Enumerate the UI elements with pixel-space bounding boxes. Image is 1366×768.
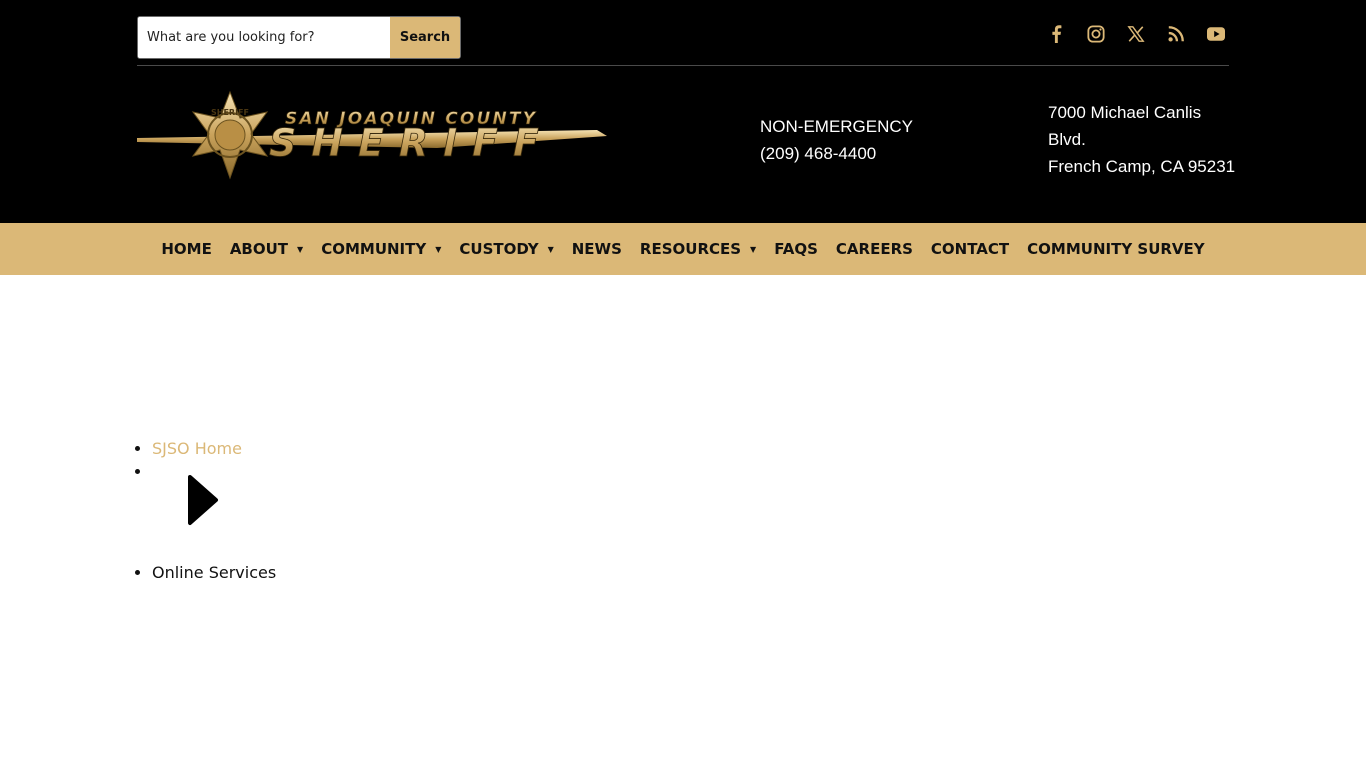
nav-item-contact[interactable]: CONTACT [922, 240, 1018, 258]
breadcrumb-current: Online Services [152, 563, 277, 582]
youtube-icon[interactable] [1200, 22, 1232, 46]
non-emergency-label: NON-EMERGENCY [760, 117, 914, 136]
search-button[interactable]: Search [390, 17, 460, 58]
breadcrumb-item: SJSO Home [152, 436, 276, 462]
nav-item-community[interactable]: COMMUNITY ▼ [312, 240, 450, 258]
social-links [1040, 22, 1232, 46]
breadcrumb-item: Online Services [152, 560, 276, 586]
search-form: Search [137, 16, 461, 59]
nav-item-about[interactable]: ABOUT ▼ [221, 240, 312, 258]
nav-item-resources[interactable]: RESOURCES ▼ [631, 240, 765, 258]
nav-item-community-survey[interactable]: COMMUNITY SURVEY [1018, 240, 1214, 258]
non-emergency-contact: NON-EMERGENCY (209) 468-4400 [760, 113, 913, 167]
chevron-right-icon [188, 475, 218, 525]
address: 7000 Michael Canlis Blvd. French Camp, C… [1048, 99, 1238, 180]
header-top: Search [0, 0, 1366, 223]
breadcrumb: SJSO Home Online Services [135, 436, 276, 586]
nav-item-custody[interactable]: CUSTODY ▼ [450, 240, 562, 258]
address-line1: 7000 Michael Canlis [1048, 103, 1202, 122]
main-nav: HOME ABOUT ▼ COMMUNITY ▼ CUSTODY ▼ NEWS RES… [0, 223, 1366, 275]
badge-text: SHERIFF [211, 108, 249, 117]
rss-icon[interactable] [1160, 22, 1192, 46]
caret-down-icon: ▼ [297, 244, 304, 254]
caret-down-icon: ▼ [435, 244, 442, 254]
header-divider [137, 65, 1229, 66]
caret-down-icon: ▼ [750, 244, 757, 254]
x-icon[interactable] [1120, 22, 1152, 46]
sheriff-logo[interactable]: SHERIFF SAN JOAQUIN COUNTY SHERIFF [137, 90, 607, 190]
nav-item-home[interactable]: HOME [152, 240, 220, 258]
search-input[interactable] [138, 17, 390, 58]
address-line2: Blvd. [1048, 130, 1086, 149]
nav-item-news[interactable]: NEWS [563, 240, 631, 258]
nav-item-careers[interactable]: CAREERS [827, 240, 922, 258]
facebook-icon[interactable] [1040, 22, 1072, 46]
address-line3: French Camp, CA 95231 [1048, 157, 1236, 176]
caret-down-icon: ▼ [547, 244, 554, 254]
breadcrumb-home-link[interactable]: SJSO Home [152, 436, 276, 462]
nav-item-faqs[interactable]: FAQS [765, 240, 827, 258]
non-emergency-phone[interactable]: (209) 468-4400 [760, 140, 913, 167]
instagram-icon[interactable] [1080, 22, 1112, 46]
breadcrumb-separator [152, 462, 276, 560]
